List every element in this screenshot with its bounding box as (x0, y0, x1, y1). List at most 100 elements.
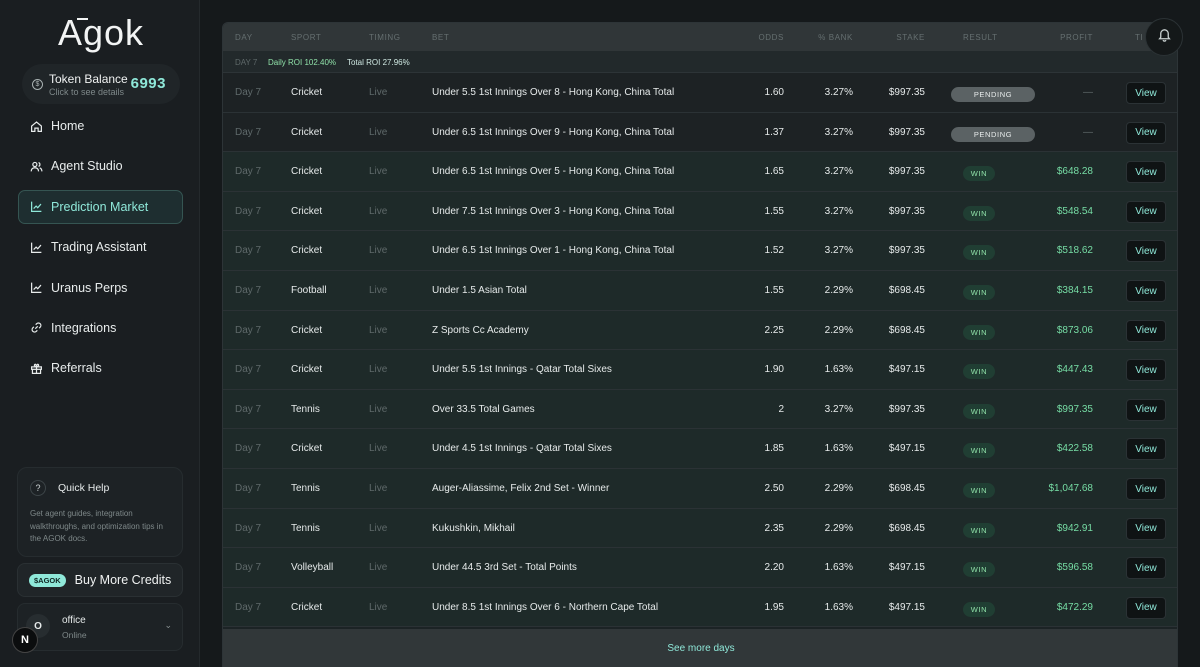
cell-sport: Cricket (291, 324, 323, 336)
cell-timing: Live (369, 403, 388, 415)
view-button[interactable]: View (1126, 557, 1166, 580)
status-badge: WIN (963, 601, 995, 617)
bets-table: DAY SPORT TIMING BET ODDS % BANK STAKE R… (222, 22, 1178, 667)
view-button[interactable]: View (1126, 596, 1166, 619)
sidebar-item-referrals[interactable]: Referrals (18, 351, 183, 385)
sidebar-item-trading-assistant[interactable]: Trading Assistant (18, 230, 183, 264)
cell-bank: 3.27% (824, 166, 853, 178)
cell-odds: 1.90 (764, 364, 784, 376)
cell-sport: Volleyball (291, 562, 334, 574)
sidebar-item-prediction-market[interactable]: Prediction Market (18, 189, 183, 224)
view-button[interactable]: View (1126, 82, 1166, 104)
token-balance-card[interactable]: $ Token Balance Click to see details 699… (22, 64, 180, 104)
cell-day: Day 7 (235, 245, 262, 257)
col-timing: TIMING (369, 33, 401, 42)
cell-bet: Under 7.5 1st Innings Over 3 - Hong Kong… (432, 205, 675, 217)
table-row: Day 7 Tennis Live Auger-Aliassime, Felix 2n… (223, 469, 1177, 509)
buy-credits-button[interactable]: $AGOK Buy More Credits (17, 563, 183, 597)
cell-stake: $997.35 (888, 87, 925, 98)
question-icon: ? (30, 480, 46, 496)
cell-bet: Kukushkin, Mikhail (432, 522, 515, 534)
cell-sport: Cricket (291, 205, 323, 217)
cell-profit: $942.91 (1056, 522, 1093, 534)
view-button[interactable]: View (1126, 161, 1166, 184)
cell-bank: 2.29% (824, 324, 853, 336)
cell-odds: 1.85 (764, 443, 784, 455)
cell-profit: $997.35 (1056, 403, 1093, 415)
view-button[interactable]: View (1126, 438, 1166, 461)
cell-timing: Live (369, 126, 388, 138)
status-badge: WIN (963, 443, 995, 459)
token-balance-value: 6993 (130, 75, 166, 92)
sidebar-item-home[interactable]: Home (18, 109, 183, 143)
coin-icon: $ (32, 78, 43, 90)
cell-sport: Tennis (291, 403, 320, 415)
status-badge: PENDING (951, 87, 1035, 102)
cell-day: Day 7 (235, 166, 262, 178)
cell-profit: $518.62 (1056, 245, 1093, 257)
sidebar-item-label: Integrations (51, 320, 117, 335)
cell-profit: $873.06 (1056, 324, 1093, 336)
cell-day: Day 7 (235, 522, 262, 534)
col-bet: BET (432, 33, 450, 42)
cell-bank: 1.63% (824, 443, 853, 455)
quick-help-title: Quick Help (58, 482, 110, 494)
view-button[interactable]: View (1126, 280, 1166, 302)
table-row: Day 7 Cricket Live Under 6.5 1st Innings Ov… (223, 152, 1177, 192)
token-balance-hint: Click to see details (49, 86, 125, 97)
status-badge: WIN (963, 562, 995, 578)
view-button[interactable]: View (1126, 240, 1166, 263)
table-row: Day 7 Cricket Live Under 8.5 1st Innings Ov… (223, 587, 1177, 628)
cell-sport: Tennis (291, 483, 320, 494)
cell-stake: $997.35 (888, 126, 925, 138)
table-row: Day 7 Tennis Live Over 33.5 Total Games 2 3.2… (223, 389, 1177, 430)
cell-profit: $472.29 (1056, 601, 1093, 613)
view-button[interactable]: View (1126, 398, 1166, 421)
cell-bet: Under 1.5 Asian Total (432, 285, 527, 296)
quick-help-card[interactable]: ? Quick Help Get agent guides, integrati… (17, 467, 183, 557)
cell-bet: Z Sports Cc Academy (432, 324, 529, 336)
view-button[interactable]: View (1126, 517, 1166, 540)
cell-timing: Live (369, 601, 388, 613)
col-stake: STAKE (896, 33, 925, 42)
chart-line-icon (29, 240, 43, 254)
sidebar-item-label: Uranus Perps (51, 280, 128, 295)
view-button[interactable]: View (1126, 359, 1166, 382)
quick-help-description: Get agent guides, integration walkthroug… (30, 509, 163, 543)
cell-odds: 1.55 (764, 205, 784, 217)
chart-line-icon (29, 200, 43, 214)
cell-bank: 1.63% (824, 364, 853, 376)
cell-timing: Live (369, 443, 388, 455)
sidebar-item-uranus-perps[interactable]: Uranus Perps (18, 271, 183, 305)
user-menu[interactable]: O office Online ⌄ (17, 603, 183, 651)
table-row: Day 7 Cricket Live Under 5.5 1st Innings Ov… (223, 73, 1177, 113)
cell-bet: Under 8.5 1st Innings Over 6 - Northern … (432, 601, 659, 613)
sidebar-item-integrations[interactable]: Integrations (18, 311, 183, 345)
cell-bet: Auger-Aliassime, Felix 2nd Set - Winner (432, 483, 610, 494)
cell-stake: $997.35 (888, 205, 925, 217)
sidebar-item-agent-studio[interactable]: Agent Studio (18, 149, 183, 183)
cell-odds: 2.35 (764, 522, 784, 534)
cell-day: Day 7 (235, 87, 262, 98)
view-button[interactable]: View (1126, 319, 1166, 342)
cell-bank: 3.27% (824, 87, 853, 98)
status-badge: WIN (963, 324, 995, 340)
cell-day: Day 7 (235, 601, 262, 613)
cell-odds: 1.37 (764, 126, 784, 138)
agok-token-pill: $AGOK (29, 573, 66, 587)
app-logo[interactable]: Agok (58, 12, 144, 54)
see-more-days-button[interactable]: See more days (223, 629, 1177, 667)
status-badge: WIN (963, 166, 995, 182)
view-button[interactable]: View (1126, 121, 1166, 144)
cell-bank: 3.27% (824, 245, 853, 257)
cell-bank: 2.29% (824, 483, 853, 494)
notifications-button[interactable] (1145, 18, 1183, 56)
gift-icon (29, 361, 43, 375)
cell-stake: $698.45 (888, 324, 925, 336)
view-button[interactable]: View (1126, 478, 1166, 500)
cell-odds: 1.55 (764, 285, 784, 296)
view-button[interactable]: View (1126, 200, 1166, 223)
logo-text: Agok (58, 12, 145, 53)
n-badge-icon[interactable]: N (12, 627, 38, 653)
cell-profit: $1,047.68 (1048, 483, 1094, 494)
